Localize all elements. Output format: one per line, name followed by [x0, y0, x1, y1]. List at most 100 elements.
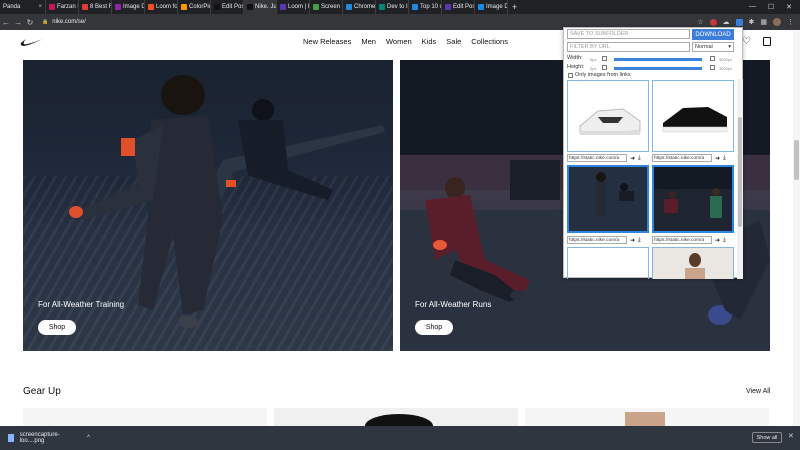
gear-card[interactable]	[525, 408, 769, 426]
tab-label: Chrome	[354, 4, 376, 10]
browser-tab[interactable]: Panda ×	[0, 0, 46, 14]
nav-women[interactable]: Women	[386, 37, 412, 46]
only-links-checkbox[interactable]	[568, 73, 573, 78]
favorites-heart-icon[interactable]: ♡	[742, 36, 751, 47]
tab-label: Farzan F	[57, 4, 79, 10]
width-max-checkbox[interactable]	[710, 56, 715, 61]
height-slider[interactable]	[614, 67, 702, 70]
maximize-icon[interactable]: ☐	[768, 3, 774, 11]
window-controls: — ☐ ✕	[749, 3, 800, 11]
bookmark-star-icon[interactable]: ☆	[697, 18, 703, 26]
close-icon[interactable]: ✕	[788, 432, 794, 440]
image-grid: https://static.nike.com/a ➜ ⤓ https://st…	[564, 79, 736, 279]
new-tab-icon[interactable]: +	[512, 2, 517, 12]
back-icon[interactable]: ←	[0, 18, 12, 27]
open-arrow-icon[interactable]: ➜	[715, 155, 720, 162]
forward-icon[interactable]: →	[12, 18, 24, 27]
minimize-icon[interactable]: —	[749, 3, 756, 11]
reload-icon[interactable]: ↻	[24, 18, 36, 27]
tab-favicon-icon	[280, 4, 286, 10]
browser-tab[interactable]: Image D×	[112, 0, 145, 14]
hero-panel-training[interactable]: For All-Weather Training Shop	[23, 60, 393, 351]
image-thumb[interactable]	[652, 80, 734, 152]
image-thumb[interactable]	[652, 165, 734, 233]
download-button[interactable]: DOWNLOAD	[692, 29, 734, 40]
width-min-checkbox[interactable]	[602, 56, 607, 61]
image-thumb[interactable]	[567, 80, 649, 152]
browser-tab[interactable]: Edit Pos×	[211, 0, 244, 14]
image-downloader-extension-icon[interactable]	[735, 18, 743, 26]
thumb-url-field[interactable]: https://static.nike.com/a	[652, 154, 712, 162]
close-window-icon[interactable]: ✕	[786, 3, 792, 11]
menu-kebab-icon[interactable]: ⋮	[787, 18, 794, 26]
thumb-url-field[interactable]: https://static.nike.com/a	[652, 236, 712, 244]
url-field[interactable]: 🔒 nike.com/se/	[42, 19, 86, 25]
chevron-up-icon[interactable]: ^	[87, 435, 90, 441]
browser-tab[interactable]: 8 Best F×	[79, 0, 112, 14]
profile-avatar[interactable]	[773, 18, 781, 26]
tab-favicon-icon	[247, 4, 253, 10]
nav-collections[interactable]: Collections	[471, 37, 508, 46]
tab-favicon-icon	[445, 4, 451, 10]
tab-close-icon[interactable]: ×	[38, 4, 42, 10]
bag-icon[interactable]	[762, 37, 771, 46]
tab-favicon-icon	[115, 4, 121, 10]
popup-scrollbar[interactable]	[737, 79, 743, 279]
gear-card[interactable]	[23, 408, 267, 426]
gear-card-image	[365, 414, 433, 438]
browser-tab[interactable]: Farzan F×	[46, 0, 79, 14]
image-thumb[interactable]	[567, 165, 649, 233]
popup-scrollbar-thumb[interactable]	[738, 117, 742, 227]
browser-tab[interactable]: Nike. Ju×	[244, 0, 277, 14]
filter-url-input[interactable]: FILTER BY URL	[567, 42, 690, 52]
browser-tab[interactable]: Loom fo×	[145, 0, 178, 14]
thumb-url-field[interactable]: https://static.nike.com/a	[567, 236, 627, 244]
download-item[interactable]: screencapture-loo....png ^	[0, 432, 90, 444]
open-arrow-icon[interactable]: ➜	[715, 237, 720, 244]
nav-kids[interactable]: Kids	[422, 37, 437, 46]
browser-tab[interactable]: Edit Pos×	[442, 0, 475, 14]
width-slider[interactable]	[614, 58, 702, 61]
show-all-button[interactable]: Show all	[752, 432, 782, 443]
browser-tab[interactable]: Loom | F×	[277, 0, 310, 14]
tab-label: 8 Best F	[90, 4, 112, 10]
nike-logo[interactable]	[20, 37, 44, 47]
view-all-link[interactable]: View All	[746, 388, 770, 395]
shop-button[interactable]: Shop	[38, 320, 76, 335]
nav-men[interactable]: Men	[361, 37, 376, 46]
browser-tab[interactable]: ColorPic×	[178, 0, 211, 14]
download-icon[interactable]: ⤓	[723, 155, 726, 162]
height-max-checkbox[interactable]	[710, 65, 715, 70]
browser-tab[interactable]: Dev to In×	[376, 0, 409, 14]
extension-cloud-icon[interactable]: ☁	[723, 18, 730, 26]
open-arrow-icon[interactable]: ➜	[630, 237, 635, 244]
browser-tab[interactable]: Screen C×	[310, 0, 343, 14]
tab-label: Edit Pos	[222, 4, 244, 10]
height-min-checkbox[interactable]	[602, 65, 607, 70]
gear-card[interactable]	[274, 408, 518, 438]
height-max-value: 3000px	[719, 66, 733, 71]
page-scrollbar[interactable]	[793, 30, 800, 426]
tab-label: Top 10 c	[420, 4, 442, 10]
shop-button[interactable]: Shop	[415, 320, 453, 335]
download-icon[interactable]: ⤓	[638, 155, 641, 162]
tab-favicon-icon	[214, 4, 220, 10]
open-arrow-icon[interactable]: ➜	[630, 155, 635, 162]
extensions-puzzle-icon[interactable]: ✱	[749, 18, 755, 26]
image-thumb[interactable]	[567, 247, 649, 279]
mode-select[interactable]: Normal ▾	[692, 42, 734, 52]
header-icons: ♡	[742, 36, 771, 47]
download-icon[interactable]: ⤓	[723, 237, 726, 244]
browser-tab[interactable]: Chrome×	[343, 0, 376, 14]
thumb-url-field[interactable]: https://static.nike.com/a	[567, 154, 627, 162]
download-icon[interactable]: ⤓	[638, 237, 641, 244]
extension-grid-icon[interactable]: ▦	[760, 18, 767, 26]
nav-new-releases[interactable]: New Releases	[303, 37, 351, 46]
page-scrollbar-thumb[interactable]	[794, 140, 799, 180]
subfolder-input[interactable]: SAVE TO SUBFOLDER	[567, 29, 690, 39]
image-thumb[interactable]	[652, 247, 734, 279]
browser-tab[interactable]: Image D×	[475, 0, 508, 14]
browser-tab[interactable]: Top 10 c×	[409, 0, 442, 14]
nav-sale[interactable]: Sale	[446, 37, 461, 46]
extension-shield-icon[interactable]	[709, 18, 717, 26]
